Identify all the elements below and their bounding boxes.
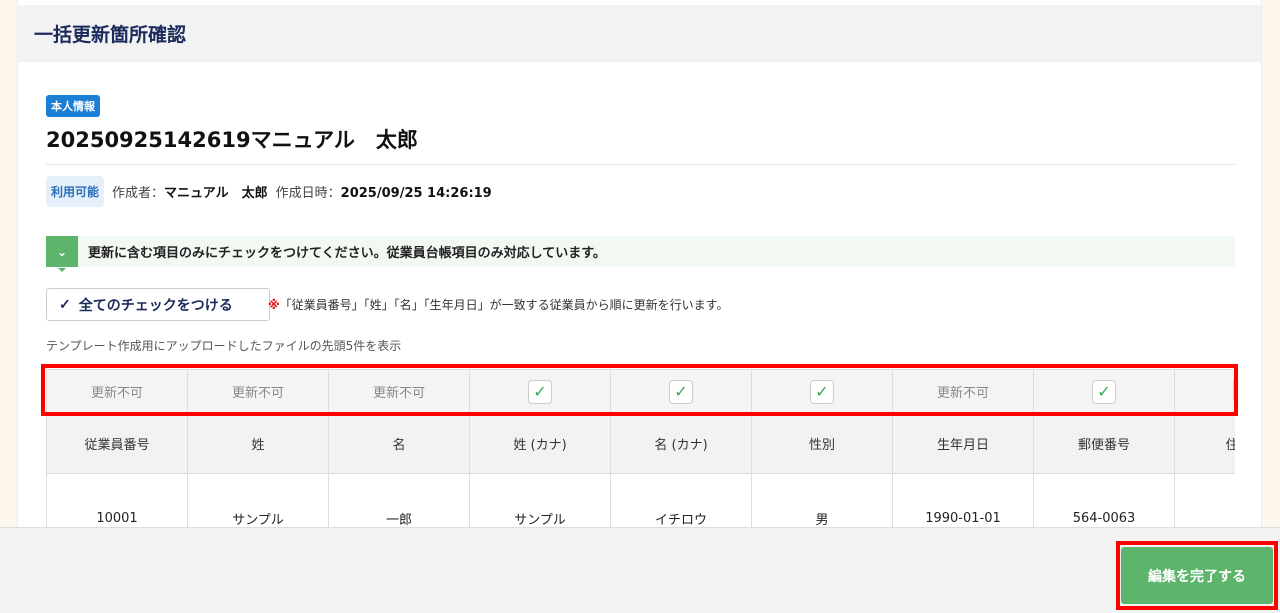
table-cell: 一郎 xyxy=(328,473,470,527)
table-cell: 564-0063 xyxy=(1033,473,1175,527)
column-header: 姓 (カナ) xyxy=(469,413,611,474)
preview-caption: テンプレート作成用にアップロードしたファイルの先頭5件を表示 xyxy=(46,339,402,353)
footer-bar xyxy=(0,527,1280,613)
table-row: 10001サンプル一郎サンプルイチロウ男1990-01-01564-0063大 xyxy=(46,473,1235,527)
finish-editing-button[interactable]: 編集を完了する xyxy=(1121,547,1273,604)
warning-note: ※「従業員番号」「姓」「名」「生年月日」が一致する従業員から順に更新を行います。 xyxy=(268,296,728,313)
check-all-button[interactable]: ✓ 全てのチェックをつける xyxy=(46,288,270,321)
warning-mark: ※ xyxy=(268,298,280,312)
chevron-down-icon: ⌄ xyxy=(46,236,78,272)
table-cell: 大 xyxy=(1174,473,1235,527)
checkbox[interactable]: ✓ xyxy=(528,379,552,404)
column-header: 性別 xyxy=(751,413,893,474)
record-meta: 利用可能 作成者：マニュアル 太郎 作成日時：2025/09/25 14:26:… xyxy=(46,176,492,207)
checkbox[interactable]: ✓ xyxy=(1092,379,1116,404)
column-header: 生年月日 xyxy=(892,413,1034,474)
update-cell: 更新不可 xyxy=(328,369,470,414)
notice-banner: ⌄ 更新に含む項目のみにチェックをつけてください。従業員台帳項目のみ対応していま… xyxy=(46,236,1235,272)
table-cell: 10001 xyxy=(46,473,188,527)
table-cell: サンプル xyxy=(187,473,329,527)
column-header: 姓 xyxy=(187,413,329,474)
column-header: 名 xyxy=(328,413,470,474)
table-cell: サンプル xyxy=(469,473,611,527)
table-cell: 1990-01-01 xyxy=(892,473,1034,527)
creator-label: 作成者： xyxy=(112,186,165,201)
update-cell[interactable]: ✓ xyxy=(1033,369,1175,414)
main-panel: 一括更新箇所確認 本人情報 20250925142619マニュアル 太郎 利用可… xyxy=(17,0,1262,613)
category-badge: 本人情報 xyxy=(46,95,100,117)
column-header: 住所： xyxy=(1174,413,1235,474)
creator-value: マニュアル 太郎 xyxy=(164,186,268,201)
update-cell[interactable] xyxy=(1174,369,1235,414)
column-header: 郵便番号 xyxy=(1033,413,1175,474)
page-header: 一括更新箇所確認 xyxy=(18,5,1261,62)
checkbox[interactable]: ✓ xyxy=(669,379,693,404)
checkbox[interactable]: ✓ xyxy=(810,379,834,404)
column-header: 名 (カナ) xyxy=(610,413,752,474)
checkbox[interactable] xyxy=(1233,377,1235,402)
update-cell: 更新不可 xyxy=(187,369,329,414)
table-cell: 男 xyxy=(751,473,893,527)
record-name: 20250925142619マニュアル 太郎 xyxy=(46,128,418,152)
update-cell[interactable]: ✓ xyxy=(751,369,893,414)
check-all-label: 全てのチェックをつける xyxy=(78,296,233,313)
update-toggle-row: 更新不可 更新不可 更新不可 ✓ ✓ ✓ 更新不可 ✓ xyxy=(46,369,1235,414)
column-header: 従業員番号 xyxy=(46,413,188,474)
page-title: 一括更新箇所確認 xyxy=(34,24,187,46)
update-cell: 更新不可 xyxy=(46,369,188,414)
table-cell: イチロウ xyxy=(610,473,752,527)
preview-table[interactable]: 更新不可 更新不可 更新不可 ✓ ✓ ✓ 更新不可 ✓ 従業員番号姓名姓 (カナ) 名 (カナ) 性… xyxy=(46,369,1235,527)
check-icon: ✓ xyxy=(59,296,71,312)
created-value: 2025/09/25 14:26:19 xyxy=(340,186,492,201)
table-header-row: 従業員番号姓名姓 (カナ)名 (カナ)性別生年月日郵便番号住所： xyxy=(46,413,1235,474)
notice-text: 更新に含む項目のみにチェックをつけてください。従業員台帳項目のみ対応しています。 xyxy=(88,246,606,261)
update-cell: 更新不可 xyxy=(892,369,1034,414)
created-label: 作成日時： xyxy=(275,186,341,201)
divider xyxy=(46,164,1235,165)
update-cell[interactable]: ✓ xyxy=(469,369,611,414)
warning-text: 「従業員番号」「姓」「名」「生年月日」が一致する従業員から順に更新を行います。 xyxy=(279,298,729,312)
status-badge: 利用可能 xyxy=(46,176,105,207)
update-cell[interactable]: ✓ xyxy=(610,369,752,414)
